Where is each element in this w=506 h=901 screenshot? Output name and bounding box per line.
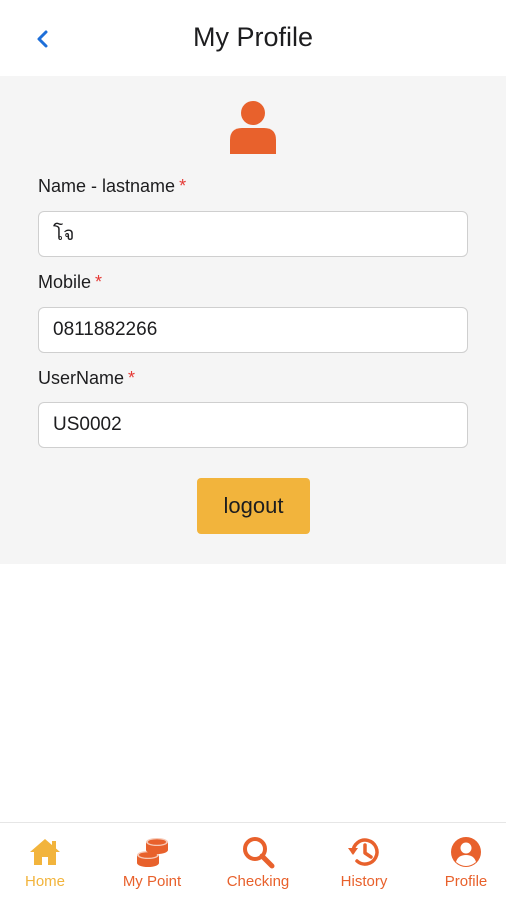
user-icon: [230, 101, 276, 154]
tab-history[interactable]: History: [332, 823, 396, 901]
mobile-label: Mobile *: [38, 272, 103, 292]
tab-my-point[interactable]: My Point: [112, 823, 192, 901]
logout-button[interactable]: logout: [197, 478, 310, 534]
tab-profile[interactable]: Profile: [434, 823, 498, 901]
tab-label: Home: [24, 873, 65, 890]
name-lastname-field[interactable]: [38, 211, 468, 257]
page-title: My Profile: [192, 22, 314, 52]
header-bar: My Profile: [0, 0, 506, 76]
mobile-field[interactable]: [38, 307, 468, 353]
required-mark: *: [128, 368, 136, 388]
home-icon: [30, 839, 60, 865]
coins-icon: [137, 838, 168, 867]
search-icon: [243, 837, 275, 869]
username-field[interactable]: [38, 402, 468, 448]
profile-form: Name - lastname* Mobile* UserName* logou…: [0, 76, 506, 564]
tab-checking[interactable]: Checking: [216, 823, 300, 901]
name-lastname-label: Name - lastname *: [38, 176, 187, 196]
profile-icon: [451, 837, 481, 867]
tab-label: My Point: [122, 873, 182, 890]
required-mark: *: [179, 176, 187, 196]
tab-label: Checking: [226, 873, 290, 890]
required-mark: *: [95, 272, 103, 292]
tab-label: History: [340, 873, 388, 890]
history-icon: [348, 838, 379, 866]
tab-label: Profile: [444, 873, 488, 890]
username-label: UserName *: [38, 368, 136, 388]
tab-home[interactable]: Home: [14, 823, 76, 901]
bottom-tab-bar: Home My Point Checking History Profile: [0, 822, 506, 901]
